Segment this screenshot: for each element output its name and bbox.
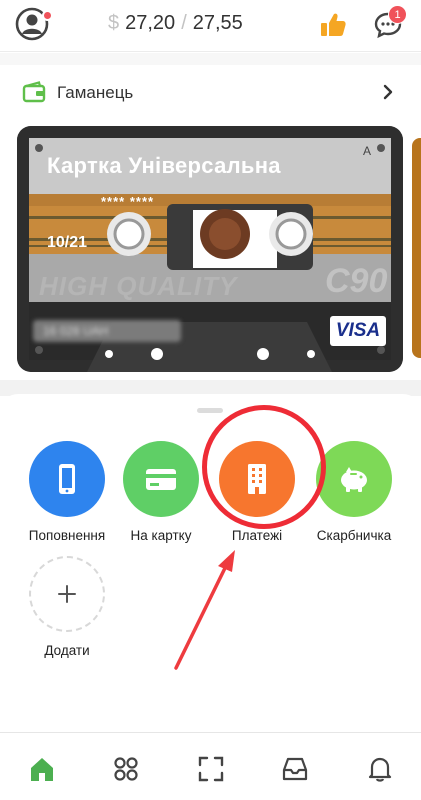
home-icon [31,758,53,781]
arrow-annotation [174,550,235,670]
scan-icon [198,756,224,782]
nav-home[interactable] [28,755,56,783]
bottom-nav [0,732,421,800]
nav-scan[interactable] [197,755,225,783]
nav-apps[interactable] [112,755,140,783]
grid-icon [114,757,138,781]
nav-notifications[interactable] [366,755,394,783]
inbox-icon [282,757,308,781]
bell-icon [368,757,392,782]
nav-inbox[interactable] [281,755,309,783]
